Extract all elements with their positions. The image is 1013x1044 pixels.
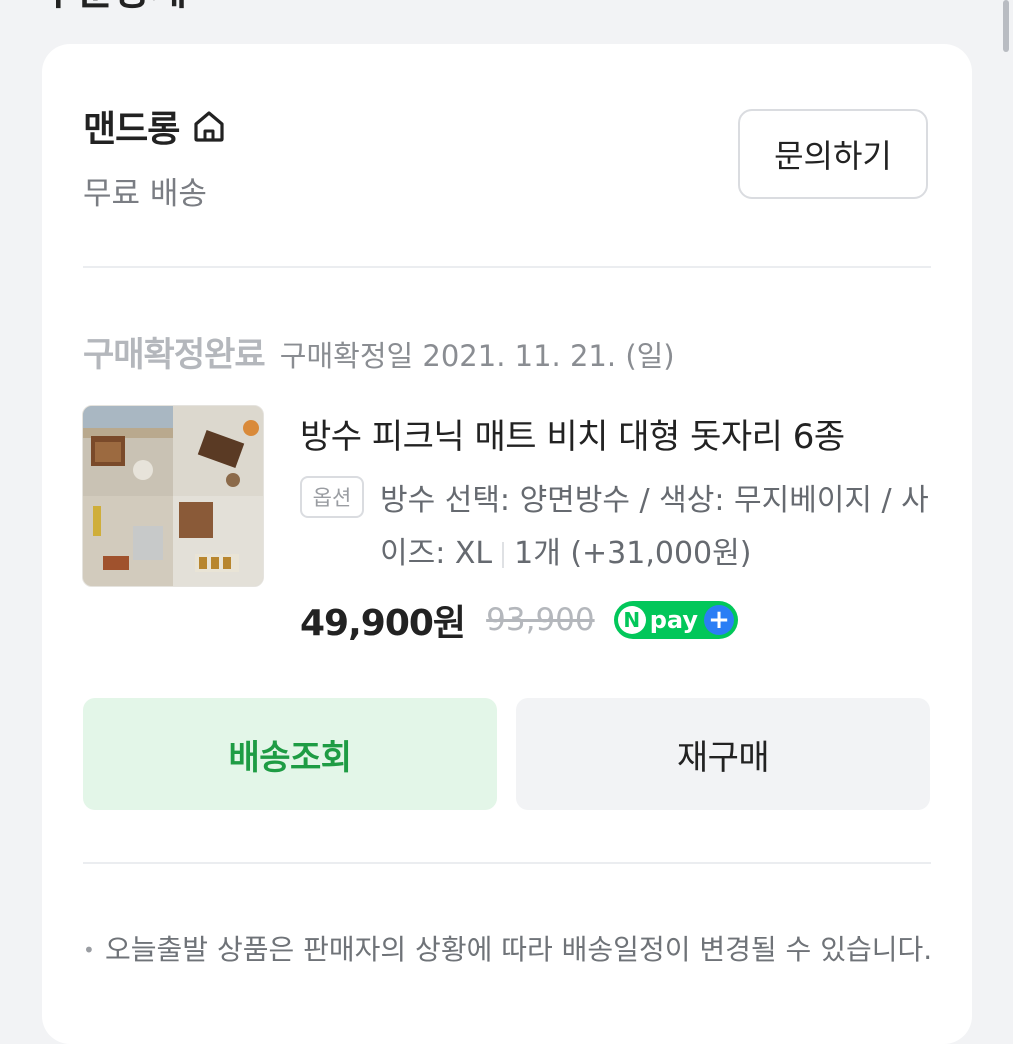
order-status: 구매확정완료 (83, 335, 266, 375)
delivery-info: 무료 배송 (83, 176, 207, 212)
original-price: 93,900 (486, 602, 595, 638)
sale-price: 49,900원 (300, 603, 466, 644)
order-card: 맨드롱 무료 배송 문의하기 구매확정완료 구매확정일 2021. 11. 21… (42, 44, 972, 1044)
option-details: 방수 선택: 양면방수 / 색상: 무지베이지 / 사이즈: XL 1개 (+31… (380, 474, 940, 580)
scrollbar[interactable] (1003, 0, 1009, 52)
inquiry-button[interactable]: 문의하기 (738, 109, 928, 199)
product-title[interactable]: 방수 피크닉 매트 비치 대형 돗자리 6종 (300, 409, 845, 458)
order-status-row: 구매확정완료 구매확정일 2021. 11. 21. (일) (83, 327, 675, 376)
seller-name[interactable]: 맨드롱 (83, 100, 180, 152)
home-icon[interactable] (190, 107, 228, 145)
npay-n-icon: N (617, 606, 646, 634)
price-row: 49,900원 93,900 N pay + (300, 594, 738, 646)
confirm-date: 구매확정일 2021. 11. 21. (일) (279, 339, 675, 373)
plus-icon: + (704, 605, 734, 635)
bullet: • (83, 938, 95, 962)
product-thumbnail[interactable] (82, 405, 264, 587)
npay-label: pay (649, 606, 698, 634)
option-badge: 옵션 (300, 476, 364, 518)
notice-text: 오늘출발 상품은 판매자의 상황에 따라 배송일정이 변경될 수 있습니다. (105, 933, 933, 966)
shipping-notice: • 오늘출발 상품은 판매자의 상황에 따라 배송일정이 변경될 수 있습니다. (83, 922, 933, 978)
rebuy-button[interactable]: 재구매 (516, 698, 930, 810)
track-delivery-button[interactable]: 배송조회 (83, 698, 497, 810)
npay-plus-badge: N pay + (613, 601, 738, 639)
page-title-fragment: 주문상세 (40, 0, 187, 16)
separator (502, 541, 505, 568)
divider (83, 266, 931, 268)
quantity-price: 1개 (+31,000원) (514, 536, 752, 571)
divider (83, 862, 931, 864)
